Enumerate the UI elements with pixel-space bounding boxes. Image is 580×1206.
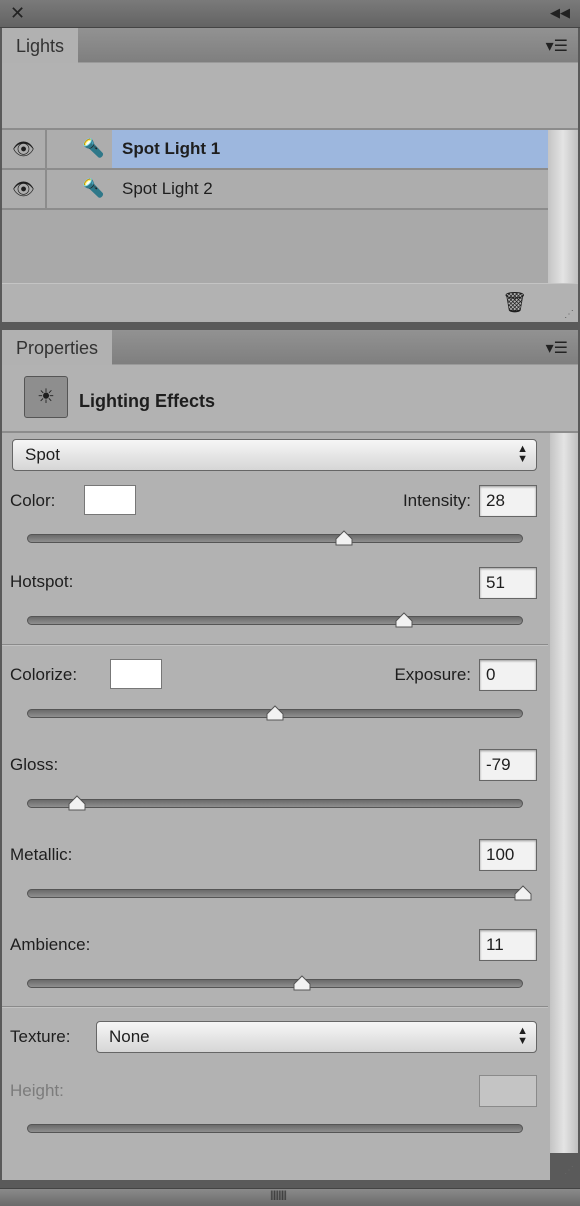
properties-header: ☀ Lighting Effects	[2, 365, 578, 433]
hotspot-label: Hotspot:	[10, 572, 74, 591]
properties-tab-row: Properties ▾☰	[2, 330, 578, 365]
divider	[2, 644, 548, 646]
lights-footer: 🗑 ⋰	[2, 283, 578, 322]
ambience-label: Ambience:	[10, 935, 91, 954]
texture-label: Texture:	[10, 1027, 71, 1046]
height-input	[479, 1075, 537, 1107]
height-label: Height:	[10, 1081, 64, 1100]
close-icon[interactable]: ✕	[10, 3, 25, 24]
exposure-input[interactable]: 0	[479, 659, 537, 691]
resize-grip-icon[interactable]: ⋰	[564, 309, 574, 320]
light-type-value: Spot	[25, 445, 60, 464]
exposure-label: Exposure:	[394, 665, 471, 684]
slider-thumb[interactable]	[265, 705, 285, 722]
lights-header-area	[2, 63, 578, 130]
light-name: Spot Light 2	[122, 179, 213, 198]
collapse-icon[interactable]: ◀◀	[550, 5, 570, 21]
colorize-label: Colorize:	[10, 665, 78, 684]
metallic-slider[interactable]	[27, 889, 523, 898]
lights-tab-row: Lights ▾☰	[2, 28, 578, 63]
drag-handle-icon[interactable]: ||||||||||	[270, 1190, 287, 1201]
intensity-label: Intensity:	[402, 491, 471, 510]
texture-select[interactable]: None ▲ ▼	[96, 1021, 537, 1053]
intensity-input[interactable]: 28	[479, 485, 537, 517]
slider-thumb[interactable]	[394, 612, 414, 629]
slider-thumb[interactable]	[292, 975, 312, 992]
panel-menu-icon[interactable]: ▾☰	[546, 36, 568, 56]
updown-arrows-icon: ▲ ▼	[517, 443, 528, 465]
metallic-label: Metallic:	[10, 845, 73, 864]
eye-icon[interactable]: 👁	[2, 130, 47, 168]
gloss-input[interactable]: -79	[479, 749, 537, 781]
tab-lights[interactable]: Lights	[2, 28, 79, 63]
updown-arrows-icon: ▲ ▼	[517, 1025, 528, 1047]
resize-grip-icon[interactable]: ⋰	[564, 1165, 574, 1176]
hotspot-input[interactable]: 51	[479, 567, 537, 599]
properties-scrollbar[interactable]	[550, 433, 578, 1153]
properties-title: Lighting Effects	[79, 391, 215, 411]
ambience-slider[interactable]	[27, 979, 523, 988]
gloss-label: Gloss:	[10, 755, 59, 774]
trash-icon[interactable]: 🗑	[502, 290, 527, 315]
light-row[interactable]: 👁 🔦 Spot Light 2	[2, 170, 548, 210]
panel-titlebar: ✕ ◀◀	[0, 0, 580, 28]
lights-scrollbar[interactable]	[548, 130, 578, 283]
light-type-select[interactable]: Spot ▲ ▼	[12, 439, 537, 471]
color-swatch[interactable]	[84, 485, 136, 515]
gloss-slider[interactable]	[27, 799, 523, 808]
divider	[2, 1006, 548, 1008]
eye-icon[interactable]: 👁	[2, 170, 47, 208]
slider-thumb[interactable]	[67, 795, 87, 812]
slider-thumb[interactable]	[513, 885, 533, 902]
metallic-input[interactable]: 100	[479, 839, 537, 871]
intensity-slider[interactable]	[27, 534, 523, 543]
tab-properties[interactable]: Properties	[2, 330, 113, 365]
light-name: Spot Light 1	[112, 130, 548, 168]
color-label: Color:	[10, 491, 56, 510]
light-row[interactable]: 👁 🔦 Spot Light 1	[2, 130, 548, 170]
height-slider	[27, 1124, 523, 1133]
slider-thumb[interactable]	[334, 530, 354, 547]
hotspot-slider[interactable]	[27, 616, 523, 625]
texture-value: None	[109, 1027, 150, 1046]
lighting-effects-icon: ☀	[24, 376, 68, 418]
colorize-swatch[interactable]	[110, 659, 162, 689]
panel-bottom-bar: ||||||||||	[0, 1188, 580, 1206]
spot-light-icon: 🔦	[82, 178, 105, 198]
panel-menu-icon[interactable]: ▾☰	[546, 338, 568, 358]
spot-light-icon: 🔦	[82, 138, 105, 158]
ambience-input[interactable]: 11	[479, 929, 537, 961]
